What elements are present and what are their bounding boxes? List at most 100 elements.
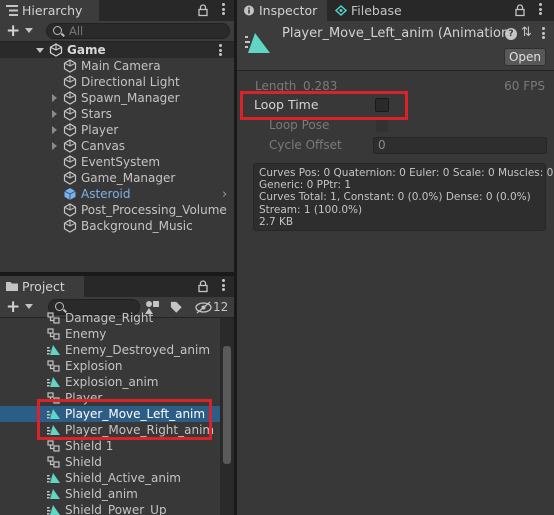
- project-file-label: Shield_Active_anim: [65, 471, 181, 485]
- project-file-item[interactable]: Shield_Power_Up: [0, 502, 220, 515]
- prefab-icon: [47, 312, 60, 324]
- hierarchy-item[interactable]: Game_Manager: [0, 170, 234, 186]
- project-scrollbar[interactable]: [220, 318, 234, 515]
- project-file-item[interactable]: Shield: [0, 454, 220, 470]
- project-file-item[interactable]: Damage_Right: [0, 310, 220, 326]
- hierarchy-item[interactable]: Stars: [0, 106, 234, 122]
- scene-menu-icon[interactable]: [219, 44, 223, 56]
- hierarchy-item[interactable]: Main Camera: [0, 58, 234, 74]
- help-icon[interactable]: ?: [505, 28, 517, 40]
- lock-icon[interactable]: [513, 3, 527, 17]
- folder-icon: [6, 282, 18, 291]
- gameobject-cube-icon: [63, 123, 77, 137]
- cycle-offset-row: Cycle Offset 0: [237, 137, 554, 154]
- create-dropdown-icon[interactable]: [25, 304, 33, 309]
- animation-clip-icon: [47, 489, 60, 499]
- info-line: Curves Total: 1, Constant: 0 (0.0%) Dens…: [259, 191, 531, 204]
- tab-filebase[interactable]: Filebase: [329, 0, 429, 21]
- hierarchy-item[interactable]: Player: [0, 122, 234, 138]
- hierarchy-panel: Hierarchy + All Game Main Camera Directio…: [0, 0, 234, 272]
- tab-inspector[interactable]: Inspector: [237, 0, 327, 21]
- lock-icon[interactable]: [196, 279, 210, 293]
- asset-header: Player_Move_Left_anim (Animation ? ⇅ Ope…: [237, 21, 554, 71]
- tab-hierarchy[interactable]: Hierarchy: [0, 0, 99, 21]
- tab-project[interactable]: Project: [0, 276, 84, 297]
- hierarchy-item[interactable]: EventSystem: [0, 154, 234, 170]
- scene-foldout-icon[interactable]: [36, 48, 44, 53]
- foldout-arrow-icon[interactable]: [52, 94, 57, 102]
- loop-time-highlight-box: [240, 91, 408, 120]
- project-file-item[interactable]: Shield_anim: [0, 486, 220, 502]
- hierarchy-item-label: Background_Music: [81, 219, 193, 233]
- asset-menu-icon[interactable]: [542, 27, 546, 39]
- tab-hierarchy-label: Hierarchy: [22, 3, 83, 18]
- project-file-item[interactable]: Shield 1: [0, 438, 220, 454]
- project-file-item[interactable]: Explosion_anim: [0, 374, 220, 390]
- lock-icon[interactable]: [196, 3, 210, 17]
- fps-value: 60 FPS: [504, 79, 545, 92]
- tab-project-label: Project: [22, 279, 65, 294]
- hierarchy-item-label: Game_Manager: [81, 171, 176, 185]
- info-line: Generic: 0 PPtr: 1: [259, 179, 352, 192]
- project-file-label: Explosion: [65, 359, 123, 373]
- inspector-panel: Inspector Filebase Player_Move_Left_anim…: [237, 0, 554, 515]
- cycle-offset-value: 0: [378, 138, 386, 152]
- hierarchy-item-label: Canvas: [81, 139, 126, 153]
- foldout-arrow-icon[interactable]: [52, 126, 57, 134]
- hierarchy-item-label: Main Camera: [81, 59, 161, 73]
- project-file-item[interactable]: Explosion: [0, 358, 220, 374]
- project-file-label: Damage_Right: [65, 311, 154, 325]
- project-menu-icon[interactable]: [222, 279, 226, 291]
- filebase-icon: [335, 5, 347, 16]
- tab-inspector-label: Inspector: [259, 3, 318, 18]
- player-move-anims-highlight-box: [37, 399, 212, 440]
- animation-clip-icon: [47, 345, 60, 355]
- gameobject-cube-icon: [64, 188, 76, 200]
- hierarchy-item[interactable]: Post_Processing_Volume: [0, 202, 234, 218]
- clip-info-box: Curves Pos: 0 Quaternion: 0 Euler: 0 Sca…: [253, 163, 553, 231]
- scene-row-game[interactable]: Game: [0, 42, 234, 58]
- foldout-arrow-icon[interactable]: [52, 110, 57, 118]
- hierarchy-menu-icon[interactable]: [222, 3, 226, 15]
- project-scrollbar-thumb[interactable]: [223, 346, 231, 464]
- hierarchy-item-label: Directional Light: [81, 75, 180, 89]
- loop-pose-checkbox[interactable]: [376, 120, 388, 132]
- tab-filebase-label: Filebase: [351, 3, 402, 18]
- hierarchy-item[interactable]: Background_Music: [0, 218, 234, 234]
- foldout-arrow-icon[interactable]: [52, 142, 57, 150]
- create-plus-icon[interactable]: +: [6, 22, 20, 40]
- hierarchy-item-label: Spawn_Manager: [81, 91, 180, 105]
- create-dropdown-icon[interactable]: [25, 28, 33, 33]
- hierarchy-item[interactable]: Directional Light: [0, 74, 234, 90]
- animation-clip-icon: [245, 33, 270, 53]
- preset-icon[interactable]: ⇅: [521, 25, 532, 40]
- gameobject-cube-icon: [63, 107, 77, 121]
- open-button[interactable]: Open: [504, 48, 546, 66]
- hierarchy-search-placeholder: All: [69, 24, 84, 38]
- length-row: Length 0.283 60 FPS: [255, 78, 545, 92]
- project-file-label: Enemy_Destroyed_anim: [65, 343, 211, 357]
- project-file-label: Shield_anim: [65, 487, 138, 501]
- hierarchy-search-input[interactable]: All: [46, 23, 230, 39]
- hierarchy-item[interactable]: Spawn_Manager: [0, 90, 234, 106]
- gameobject-cube-icon: [63, 91, 77, 105]
- hierarchy-item[interactable]: Canvas: [0, 138, 234, 154]
- hierarchy-item[interactable]: Asteroid: [0, 186, 234, 202]
- gameobject-cube-icon: [63, 203, 77, 217]
- cycle-offset-field[interactable]: 0: [373, 137, 547, 154]
- project-file-item[interactable]: Enemy_Destroyed_anim: [0, 342, 220, 358]
- expand-arrow-icon[interactable]: ›: [222, 187, 227, 202]
- project-file-item[interactable]: Enemy: [0, 326, 220, 342]
- info-line: 2.7 KB: [259, 215, 294, 228]
- inspector-tabbar: Inspector Filebase: [237, 0, 554, 21]
- project-file-label: Shield 1: [65, 439, 114, 453]
- open-button-label: Open: [508, 50, 542, 64]
- project-file-item[interactable]: Shield_Active_anim: [0, 470, 220, 486]
- hierarchy-item-label: Asteroid: [81, 187, 131, 201]
- prefab-icon: [47, 328, 60, 340]
- hierarchy-item-label: Player: [81, 123, 119, 137]
- inspector-menu-icon[interactable]: [539, 3, 543, 15]
- hierarchy-item-label: EventSystem: [81, 155, 161, 169]
- animation-clip-icon: [47, 505, 60, 515]
- gameobject-cube-icon: [63, 171, 77, 185]
